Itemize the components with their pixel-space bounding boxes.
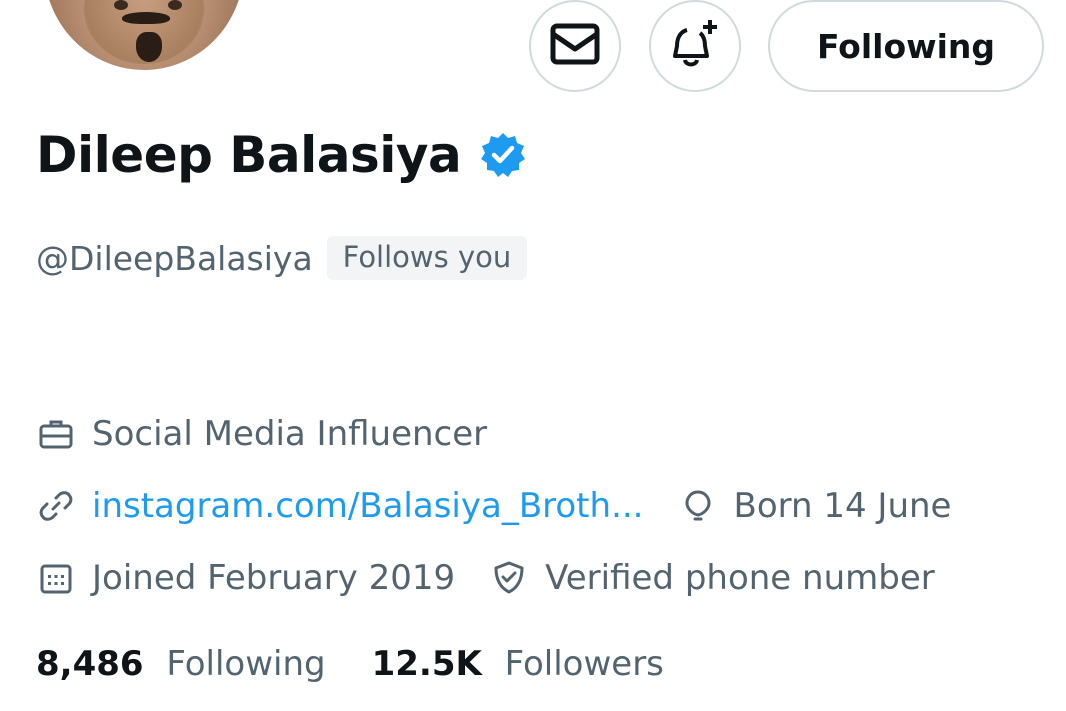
link-row: instagram.com/Balasiya_Broth... Born 14 … [36,486,951,526]
briefcase-icon [36,419,76,449]
handle: @DileepBalasiya [36,238,313,278]
following-stat[interactable]: 8,486 Following [36,644,326,684]
notifications-button[interactable] [649,0,741,92]
message-button[interactable] [529,0,621,92]
display-name-text: Dileep Balasiya [36,126,462,184]
shield-check-icon [489,561,529,595]
envelope-icon [550,23,600,69]
following-count: 8,486 [36,644,144,684]
follow-stats: 8,486 Following 12.5K Followers [36,644,664,684]
category-row: Social Media Influencer [36,414,487,454]
bell-plus-icon [667,16,723,76]
display-name: Dileep Balasiya [36,126,527,184]
avatar[interactable] [44,0,244,70]
handle-row: @DileepBalasiya Follows you [36,236,528,280]
joined-row: Joined February 2019 Verified phone numb… [36,558,935,598]
link-icon [36,489,76,523]
birthday-text: Born 14 June [733,486,952,526]
following-label: Following [166,644,326,684]
profile-header: Following Dileep Balasiya @DileepBalasiy… [0,0,1066,711]
category-text: Social Media Influencer [92,414,488,454]
following-button[interactable]: Following [768,0,1044,92]
balloon-icon [678,489,718,523]
follows-you-badge: Follows you [326,236,528,280]
website-link[interactable]: instagram.com/Balasiya_Broth... [92,486,644,526]
verified-phone-text: Verified phone number [545,558,935,598]
joined-text: Joined February 2019 [92,558,456,598]
followers-label: Followers [504,644,664,684]
followers-stat[interactable]: 12.5K Followers [372,644,664,684]
verified-badge-icon[interactable] [479,131,527,179]
followers-count: 12.5K [371,644,482,684]
calendar-icon [36,562,76,594]
